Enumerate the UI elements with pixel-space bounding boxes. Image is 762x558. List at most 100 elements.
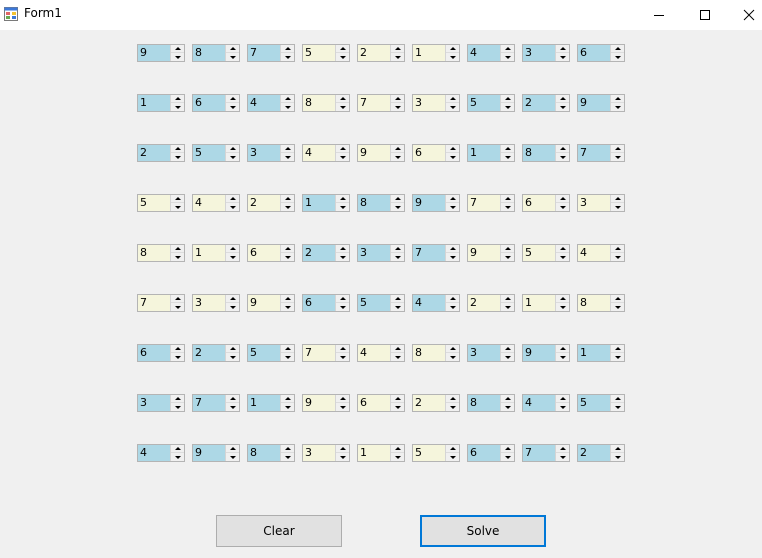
cell-value-input[interactable]: 8 bbox=[468, 395, 500, 411]
cell-3-5[interactable]: 9 bbox=[357, 144, 405, 162]
increment-button[interactable] bbox=[556, 195, 569, 203]
increment-button[interactable] bbox=[336, 345, 349, 353]
increment-button[interactable] bbox=[171, 45, 184, 53]
cell-8-5[interactable]: 6 bbox=[357, 394, 405, 412]
increment-button[interactable] bbox=[446, 195, 459, 203]
cell-9-6[interactable]: 5 bbox=[412, 444, 460, 462]
cell-value-input[interactable]: 1 bbox=[523, 295, 555, 311]
decrement-button[interactable] bbox=[171, 403, 184, 411]
increment-button[interactable] bbox=[556, 445, 569, 453]
cell-value-input[interactable]: 9 bbox=[303, 395, 335, 411]
cell-2-2[interactable]: 6 bbox=[192, 94, 240, 112]
increment-button[interactable] bbox=[281, 195, 294, 203]
decrement-button[interactable] bbox=[446, 453, 459, 461]
decrement-button[interactable] bbox=[391, 403, 404, 411]
increment-button[interactable] bbox=[611, 145, 624, 153]
decrement-button[interactable] bbox=[281, 453, 294, 461]
increment-button[interactable] bbox=[556, 245, 569, 253]
decrement-button[interactable] bbox=[391, 303, 404, 311]
cell-7-1[interactable]: 6 bbox=[137, 344, 185, 362]
cell-1-4[interactable]: 5 bbox=[302, 44, 350, 62]
cell-2-6[interactable]: 3 bbox=[412, 94, 460, 112]
cell-8-1[interactable]: 3 bbox=[137, 394, 185, 412]
cell-1-8[interactable]: 3 bbox=[522, 44, 570, 62]
increment-button[interactable] bbox=[501, 245, 514, 253]
decrement-button[interactable] bbox=[556, 53, 569, 61]
cell-9-2[interactable]: 9 bbox=[192, 444, 240, 462]
decrement-button[interactable] bbox=[171, 103, 184, 111]
cell-value-input[interactable]: 6 bbox=[138, 345, 170, 361]
clear-button[interactable]: Clear bbox=[216, 515, 342, 547]
decrement-button[interactable] bbox=[501, 53, 514, 61]
increment-button[interactable] bbox=[556, 145, 569, 153]
cell-2-5[interactable]: 7 bbox=[357, 94, 405, 112]
cell-4-5[interactable]: 8 bbox=[357, 194, 405, 212]
increment-button[interactable] bbox=[336, 145, 349, 153]
cell-value-input[interactable]: 4 bbox=[413, 295, 445, 311]
cell-9-1[interactable]: 4 bbox=[137, 444, 185, 462]
cell-value-input[interactable]: 5 bbox=[358, 295, 390, 311]
decrement-button[interactable] bbox=[171, 453, 184, 461]
cell-value-input[interactable]: 8 bbox=[523, 145, 555, 161]
cell-value-input[interactable]: 7 bbox=[138, 295, 170, 311]
cell-value-input[interactable]: 2 bbox=[413, 395, 445, 411]
cell-value-input[interactable]: 1 bbox=[413, 45, 445, 61]
increment-button[interactable] bbox=[556, 345, 569, 353]
cell-value-input[interactable]: 4 bbox=[358, 345, 390, 361]
decrement-button[interactable] bbox=[171, 253, 184, 261]
decrement-button[interactable] bbox=[611, 53, 624, 61]
cell-1-5[interactable]: 2 bbox=[357, 44, 405, 62]
cell-2-1[interactable]: 1 bbox=[137, 94, 185, 112]
cell-3-1[interactable]: 2 bbox=[137, 144, 185, 162]
increment-button[interactable] bbox=[611, 45, 624, 53]
increment-button[interactable] bbox=[171, 295, 184, 303]
cell-1-6[interactable]: 1 bbox=[412, 44, 460, 62]
decrement-button[interactable] bbox=[336, 303, 349, 311]
decrement-button[interactable] bbox=[336, 203, 349, 211]
decrement-button[interactable] bbox=[171, 353, 184, 361]
cell-5-6[interactable]: 7 bbox=[412, 244, 460, 262]
cell-value-input[interactable]: 3 bbox=[303, 445, 335, 461]
decrement-button[interactable] bbox=[556, 103, 569, 111]
cell-value-input[interactable]: 7 bbox=[413, 245, 445, 261]
decrement-button[interactable] bbox=[556, 403, 569, 411]
increment-button[interactable] bbox=[226, 445, 239, 453]
decrement-button[interactable] bbox=[446, 153, 459, 161]
decrement-button[interactable] bbox=[281, 203, 294, 211]
cell-value-input[interactable]: 5 bbox=[248, 345, 280, 361]
cell-value-input[interactable]: 6 bbox=[248, 245, 280, 261]
cell-9-7[interactable]: 6 bbox=[467, 444, 515, 462]
increment-button[interactable] bbox=[446, 345, 459, 353]
cell-value-input[interactable]: 8 bbox=[358, 195, 390, 211]
cell-value-input[interactable]: 4 bbox=[138, 445, 170, 461]
cell-value-input[interactable]: 7 bbox=[193, 395, 225, 411]
increment-button[interactable] bbox=[391, 295, 404, 303]
increment-button[interactable] bbox=[501, 45, 514, 53]
increment-button[interactable] bbox=[501, 145, 514, 153]
increment-button[interactable] bbox=[446, 445, 459, 453]
increment-button[interactable] bbox=[171, 195, 184, 203]
cell-value-input[interactable]: 9 bbox=[578, 95, 610, 111]
cell-1-7[interactable]: 4 bbox=[467, 44, 515, 62]
decrement-button[interactable] bbox=[281, 303, 294, 311]
cell-4-8[interactable]: 6 bbox=[522, 194, 570, 212]
increment-button[interactable] bbox=[226, 295, 239, 303]
decrement-button[interactable] bbox=[226, 453, 239, 461]
increment-button[interactable] bbox=[611, 445, 624, 453]
cell-value-input[interactable]: 1 bbox=[138, 95, 170, 111]
cell-value-input[interactable]: 4 bbox=[303, 145, 335, 161]
cell-9-9[interactable]: 2 bbox=[577, 444, 625, 462]
decrement-button[interactable] bbox=[501, 153, 514, 161]
maximize-button[interactable] bbox=[682, 0, 728, 30]
cell-value-input[interactable]: 5 bbox=[413, 445, 445, 461]
cell-9-3[interactable]: 8 bbox=[247, 444, 295, 462]
cell-value-input[interactable]: 7 bbox=[303, 345, 335, 361]
cell-value-input[interactable]: 7 bbox=[248, 45, 280, 61]
cell-2-9[interactable]: 9 bbox=[577, 94, 625, 112]
cell-4-6[interactable]: 9 bbox=[412, 194, 460, 212]
cell-7-5[interactable]: 4 bbox=[357, 344, 405, 362]
decrement-button[interactable] bbox=[501, 453, 514, 461]
increment-button[interactable] bbox=[446, 45, 459, 53]
decrement-button[interactable] bbox=[556, 203, 569, 211]
decrement-button[interactable] bbox=[556, 303, 569, 311]
